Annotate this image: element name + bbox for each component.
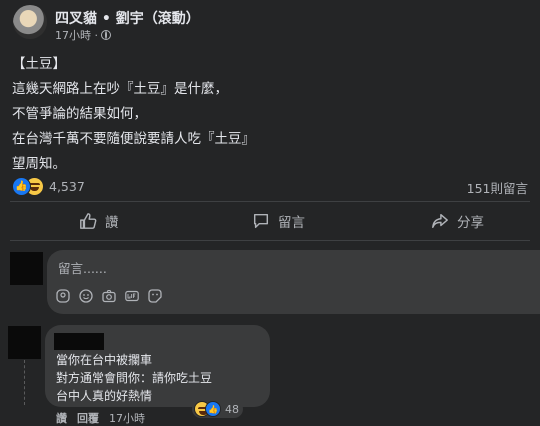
thumbs-up-icon bbox=[80, 213, 97, 229]
commenter-name[interactable] bbox=[54, 333, 104, 350]
avatar-sticker-icon[interactable] bbox=[56, 289, 70, 303]
comment-button[interactable]: 留言 bbox=[252, 211, 305, 231]
comment-like-link[interactable]: 讚 bbox=[56, 410, 67, 426]
globe-icon bbox=[101, 30, 111, 40]
like-reaction-icon: 👍 bbox=[12, 177, 31, 196]
comment-reply-link[interactable]: 回覆 bbox=[77, 410, 99, 426]
camera-icon[interactable] bbox=[102, 289, 116, 303]
like-button[interactable]: 讚 bbox=[79, 211, 119, 231]
composer-tools bbox=[56, 289, 162, 303]
comment-reaction-count: 48 bbox=[225, 402, 239, 416]
emoji-icon[interactable] bbox=[79, 289, 93, 303]
comment-time[interactable]: 17小時 bbox=[109, 410, 145, 426]
like-label: 讚 bbox=[105, 215, 119, 231]
comment-text-line: 當你在台中被攔車 bbox=[56, 353, 153, 367]
post-text-line: 在台灣千萬不要隨便說要請人吃『土豆』 bbox=[12, 131, 255, 147]
post-meta: 17小時 · bbox=[55, 27, 111, 43]
share-icon bbox=[432, 213, 448, 229]
share-label: 分享 bbox=[457, 215, 484, 231]
post-text-line: 不管爭論的結果如何， bbox=[12, 106, 147, 122]
comment-icon bbox=[253, 213, 269, 229]
post-text-line: 【土豆】 bbox=[12, 56, 66, 72]
share-button[interactable]: 分享 bbox=[431, 211, 484, 231]
divider bbox=[10, 201, 530, 202]
reaction-summary[interactable]: 👍 4,537 bbox=[12, 177, 85, 196]
comment-text-line: 對方通常會問你：請你吃土豆 bbox=[56, 371, 213, 385]
like-reaction-icon: 👍 bbox=[205, 401, 221, 417]
comment-label: 留言 bbox=[278, 215, 305, 231]
comment-text-line: 台中人真的好熱情 bbox=[56, 389, 153, 403]
comment-input[interactable] bbox=[47, 250, 540, 314]
commenter-avatar[interactable] bbox=[8, 326, 41, 359]
sticker-icon[interactable] bbox=[148, 289, 162, 303]
post-text-line: 望周知。 bbox=[12, 156, 66, 172]
comment-count-link[interactable]: 151則留言 bbox=[467, 178, 528, 197]
comment-placeholder: 留言...... bbox=[58, 261, 107, 276]
post-text-line: 這幾天網路上在吵『土豆』是什麼， bbox=[12, 81, 228, 97]
user-avatar[interactable] bbox=[10, 252, 43, 285]
thread-line bbox=[24, 360, 26, 405]
gif-icon[interactable] bbox=[125, 289, 139, 303]
comment-reactions[interactable]: 👍 48 bbox=[192, 400, 243, 418]
author-avatar[interactable] bbox=[13, 5, 47, 39]
reaction-count: 4,537 bbox=[49, 179, 85, 194]
post-time[interactable]: 17小時 · bbox=[55, 27, 98, 43]
comment-actions: 讚 回覆 17小時 bbox=[56, 410, 145, 426]
post-author[interactable]: 四叉貓 • 劉宇（滾動） bbox=[55, 8, 200, 28]
divider bbox=[10, 240, 530, 241]
